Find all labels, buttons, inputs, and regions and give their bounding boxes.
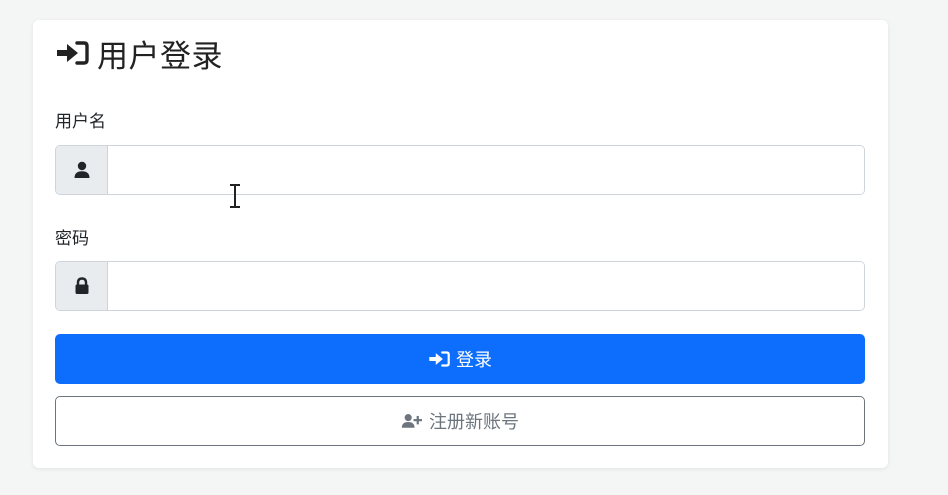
username-input[interactable] — [108, 146, 864, 194]
page-title: 用户登录 — [55, 34, 223, 75]
password-input-group — [55, 261, 865, 311]
page-title-text: 用户登录 — [97, 38, 223, 75]
login-card: 用户登录 用户名 密码 登录 注册新账号 — [33, 20, 888, 468]
username-label: 用户名 — [55, 112, 106, 132]
password-input[interactable] — [108, 262, 864, 310]
user-plus-icon — [401, 414, 422, 428]
login-button[interactable]: 登录 — [55, 334, 865, 384]
sign-in-icon — [57, 41, 89, 65]
username-input-group — [55, 145, 865, 195]
user-icon — [74, 161, 89, 178]
sign-in-icon — [429, 351, 450, 367]
register-button[interactable]: 注册新账号 — [55, 396, 865, 446]
login-button-label: 登录 — [456, 350, 492, 371]
register-button-label: 注册新账号 — [429, 412, 519, 433]
lock-icon — [75, 277, 88, 294]
password-addon — [56, 262, 108, 310]
password-label: 密码 — [55, 229, 89, 249]
username-addon — [56, 146, 108, 194]
